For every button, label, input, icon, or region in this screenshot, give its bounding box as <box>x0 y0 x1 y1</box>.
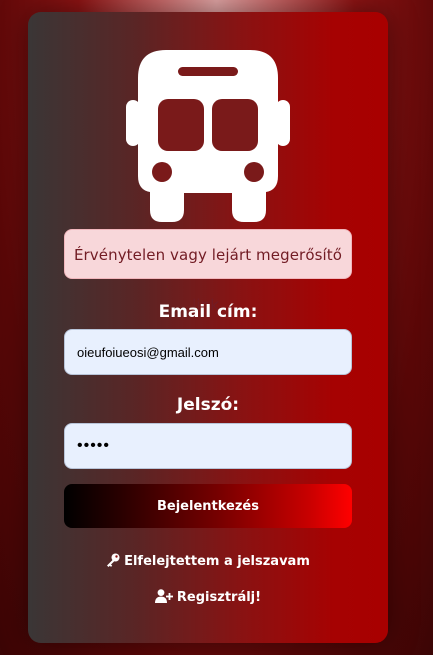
email-field[interactable] <box>64 329 352 375</box>
password-field[interactable] <box>64 423 352 469</box>
forgot-password-link[interactable]: Elfelejtettem a jelszavam <box>28 553 388 571</box>
user-plus-icon <box>154 589 173 607</box>
bus-icon <box>126 50 290 222</box>
error-alert: Érvénytelen vagy lejárt megerősítő link. <box>64 229 352 314</box>
password-label: Jelszó: <box>176 395 240 415</box>
login-button[interactable]: Bejelentkezés <box>64 484 352 528</box>
forgot-password-label: Elfelejtettem a jelszavam <box>124 554 310 569</box>
email-label: Email cím: <box>158 302 258 322</box>
register-link[interactable]: Regisztrálj! <box>28 589 388 607</box>
register-label: Regisztrálj! <box>176 590 262 605</box>
key-icon <box>106 553 120 571</box>
login-card: Érvénytelen vagy lejárt megerősítő link.… <box>28 12 388 643</box>
